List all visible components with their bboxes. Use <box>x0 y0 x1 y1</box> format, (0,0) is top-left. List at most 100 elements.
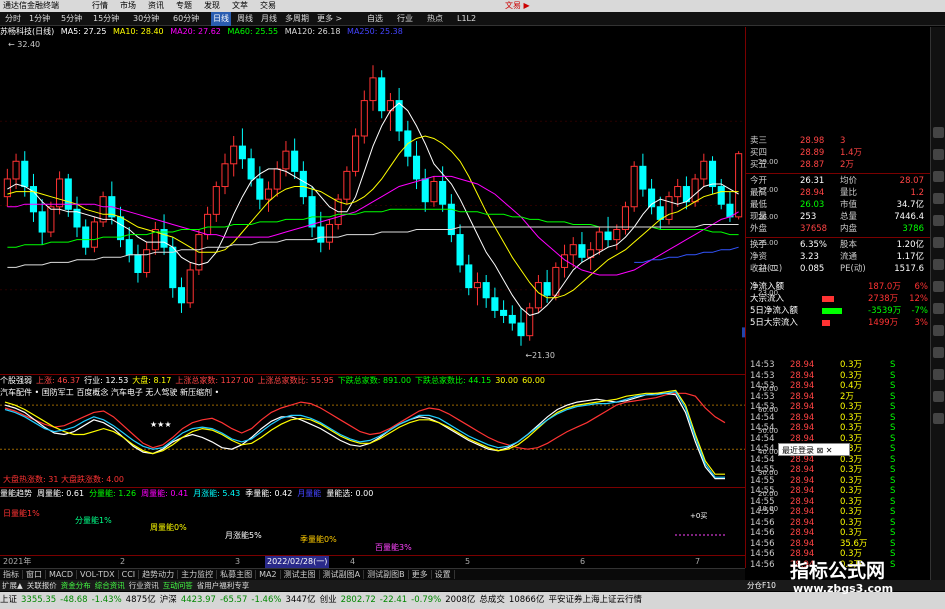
menu-item-1[interactable]: 市场 <box>120 0 148 12</box>
indicator-tab-9[interactable]: 测试主图 <box>280 570 320 579</box>
menu-item-6[interactable]: 交易 <box>260 0 288 12</box>
quote-value: 37658 <box>800 224 828 234</box>
index-item-0: 上证 <box>0 595 18 605</box>
indicator-tab-5[interactable]: 趋势动力 <box>139 570 179 579</box>
quote-label: 外盘 <box>750 224 768 234</box>
indicator-tab-1[interactable]: 窗口 <box>23 570 46 579</box>
function-tab-0[interactable]: 扩展▲ <box>0 581 25 590</box>
candle-body <box>378 77 386 112</box>
f10-button[interactable]: 分仓F10 <box>745 580 778 591</box>
indicator-tab-2[interactable]: MACD <box>46 570 77 579</box>
side-tool-icon[interactable] <box>933 413 944 424</box>
side-tool-icon[interactable] <box>933 171 944 182</box>
toolbar-extra-0[interactable]: 自选 <box>365 12 385 26</box>
candle-body <box>343 170 351 200</box>
menu-item-4[interactable]: 发现 <box>204 0 232 12</box>
index-item-10: 创业 <box>319 595 337 605</box>
candle-body <box>613 229 621 241</box>
side-tool-icon[interactable] <box>933 149 944 160</box>
indicator-tab-3[interactable]: VOL-TDX <box>76 570 119 579</box>
indicator-tab-4[interactable]: CCI <box>118 570 140 579</box>
function-tab-1[interactable]: 关联报价 <box>25 581 59 590</box>
volume-header-6: 月量能 <box>297 489 322 498</box>
oscillator-header: 个股强弱 上涨: 46.37 行业: 12.53 大盘: 8.17 上涨总家数: 112… <box>0 375 549 386</box>
period-tab-9[interactable]: 多周期 <box>283 12 311 26</box>
period-tab-4[interactable]: 30分钟 <box>131 12 161 26</box>
ma60-value: MA60: 25.55 <box>227 27 279 36</box>
index-item-1: 3355.35 <box>21 595 57 605</box>
indicator-tab-11[interactable]: 测试副图B <box>364 570 409 579</box>
candle-body <box>143 249 151 273</box>
candle <box>230 135 238 177</box>
indicator-tab-13[interactable]: 设置 <box>431 570 455 579</box>
period-tab-1[interactable]: 1分钟 <box>27 12 52 26</box>
period-tab-3[interactable]: 15分钟 <box>91 12 121 26</box>
candle <box>517 307 525 346</box>
fund-flow-row: 5日净流入额 -3539万 -7% <box>750 305 928 317</box>
candle-body <box>735 153 743 218</box>
candle <box>238 128 246 169</box>
quote-value: 0.085 <box>800 264 825 274</box>
function-tab-5[interactable]: 互动问答 <box>161 581 195 590</box>
menu-item-5[interactable]: 文萃 <box>232 0 260 12</box>
function-tab-4[interactable]: 行业资讯 <box>127 581 161 590</box>
side-tool-icon[interactable] <box>933 281 944 292</box>
period-tab-0[interactable]: 分时 <box>3 12 23 26</box>
candle <box>604 216 612 248</box>
side-tool-icon[interactable] <box>933 325 944 336</box>
side-tool-icon[interactable] <box>933 369 944 380</box>
login-popup[interactable]: 最近登录 ⊠ ✕ <box>778 443 850 456</box>
menu-item-3[interactable]: 专题 <box>176 0 204 12</box>
indicator-tab-10[interactable]: 测试副图A <box>319 570 365 579</box>
side-tool-icon[interactable] <box>933 347 944 358</box>
quote-label-2: 1.4万 <box>840 148 863 158</box>
candle-body <box>578 244 586 258</box>
index-item-3: -1.43% <box>91 595 122 605</box>
candle-body <box>526 307 534 337</box>
side-tool-icon[interactable] <box>933 127 944 138</box>
indicator-tab-6[interactable]: 主力监控 <box>178 570 218 579</box>
side-tool-icon[interactable] <box>933 193 944 204</box>
osc-indicator-name[interactable]: 个股强弱 <box>0 376 32 385</box>
function-tab-6[interactable]: 省用户福利专享 <box>195 581 252 590</box>
trade-menu[interactable]: 文易 ▶ <box>505 0 530 12</box>
period-tab-10[interactable]: 更多 > <box>315 12 344 26</box>
menu-item-2[interactable]: 资讯 <box>148 0 176 12</box>
side-tool-icon[interactable] <box>933 391 944 402</box>
indicator-tab-12[interactable]: 更多 <box>408 570 432 579</box>
candle-body <box>630 165 638 208</box>
toolbar-extra-2[interactable]: 热点 <box>425 12 445 26</box>
index-item-4: 4875亿 <box>125 595 156 605</box>
side-tool-icon[interactable] <box>933 259 944 270</box>
toolbar-extra-3[interactable]: L1L2 <box>455 12 478 26</box>
function-tab-3[interactable]: 综合资讯 <box>93 581 127 590</box>
period-tab-2[interactable]: 5分钟 <box>59 12 84 26</box>
period-tab-8[interactable]: 月线 <box>259 12 279 26</box>
indicator-tab-7[interactable]: 私募主图 <box>217 570 257 579</box>
candlestick-svg[interactable]: ← 32.40 ←21.30 <box>0 37 745 374</box>
date-label-selected[interactable]: 2022/02/28(一) <box>265 556 330 568</box>
menu-item-0[interactable]: 行情 <box>92 0 120 12</box>
stock-name[interactable]: 苏畅科技(日线) <box>0 27 54 36</box>
indicator-tab-8[interactable]: MA2 <box>256 570 281 579</box>
side-tool-icon[interactable] <box>933 303 944 314</box>
quote-row: 卖三 28.98 3 <box>750 135 928 147</box>
side-tool-icon[interactable] <box>933 237 944 248</box>
period-toolbar: 分时 1分钟 5分钟 15分钟 30分钟 60分钟 日线 周线 月线 多周期 更多 > 自选 行业 热点 L… <box>0 12 945 26</box>
period-tab-5[interactable]: 60分钟 <box>171 12 201 26</box>
function-tab-2[interactable]: 资金分布 <box>59 581 93 590</box>
candle-body <box>543 282 551 296</box>
candle-body <box>317 226 325 243</box>
price-axis-tick: 23.00 <box>758 289 779 297</box>
candlestick-chart[interactable]: ← 32.40 ←21.30 <box>0 37 745 374</box>
candle-body <box>282 150 290 170</box>
candle <box>212 181 220 222</box>
period-tab-7[interactable]: 周线 <box>235 12 255 26</box>
toolbar-extra-1[interactable]: 行业 <box>395 12 415 26</box>
indicator-tab-0[interactable]: 指标 <box>0 570 23 579</box>
side-tool-icon[interactable] <box>933 215 944 226</box>
period-tab-6[interactable]: 日线 <box>211 12 231 26</box>
candle-body <box>169 246 177 289</box>
osc-value-6: 下跌总家数比: 44.15 <box>415 376 492 385</box>
candle <box>708 156 717 195</box>
